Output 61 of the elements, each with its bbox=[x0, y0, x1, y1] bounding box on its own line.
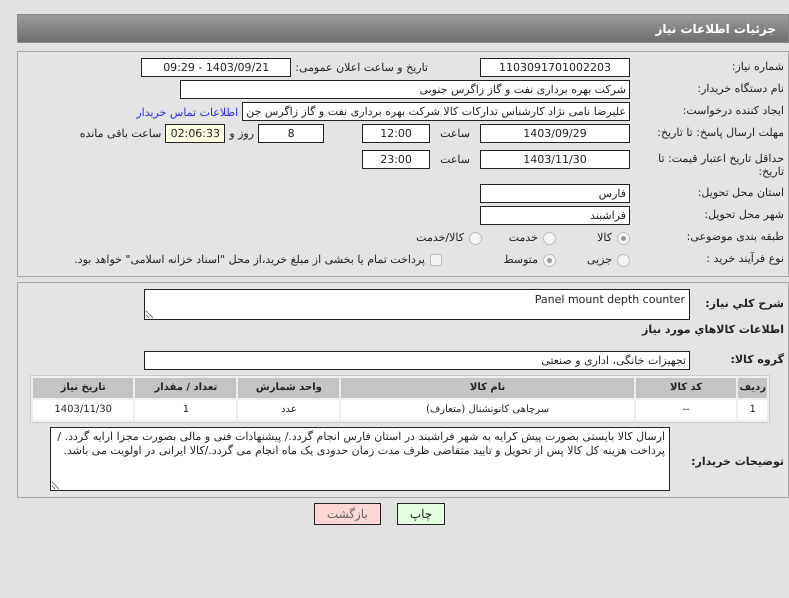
column-header: ردیف bbox=[738, 378, 767, 398]
field-label: نام دستگاه خریدار: bbox=[696, 81, 784, 95]
field-label: مهلت ارسال پاسخ: تا تاریخ: bbox=[656, 125, 784, 139]
option-label: کالا bbox=[597, 230, 612, 246]
radio-button[interactable] bbox=[543, 232, 556, 245]
requester-field[interactable]: علیرضا نامی نژاد کارشناس تداركات كالا شرکت بهره برداری نفت و گاز زاگرس جن bbox=[242, 102, 630, 121]
table-cell: -- bbox=[636, 400, 736, 420]
need-number-field[interactable]: 1103091701002203 bbox=[480, 58, 630, 77]
province-field[interactable]: فارس bbox=[480, 184, 630, 203]
time-label: ساعت bbox=[440, 126, 470, 142]
checkbox[interactable] bbox=[430, 254, 442, 266]
contact-link[interactable]: اطلاعات تماس خریدار bbox=[136, 102, 238, 122]
table-cell: 1 bbox=[738, 400, 767, 420]
city-field[interactable]: فراشبند bbox=[480, 206, 630, 225]
days-field[interactable]: 8 bbox=[258, 124, 324, 143]
section-title: اطلاعات کالاهاي مورد نياز bbox=[640, 322, 784, 338]
field-label: تاریخ و ساعت اعلان عمومی: bbox=[295, 60, 428, 76]
print-button[interactable]: چاپ bbox=[396, 502, 446, 524]
announce-date-field[interactable]: 1403/09/21 - 09:29 bbox=[141, 58, 292, 77]
option-label: خدمت bbox=[508, 230, 538, 246]
buyer-notes-field[interactable]: ارسال کالا بایستی بصورت پیش کرایه به شهر فراشبند در استان فارس انجام گردد./ پیشنهادات فنی و مالی بصورت مجزا ارایه گردد. / پرداخت هزینه کل کالا پس از تحویل و تایید متقاضی ظرف مدت زمان حدودی یک ماه انجام می گردد./کالا ایرانی در اولویت می باشد. bbox=[50, 426, 670, 490]
time-label: ساعت bbox=[440, 152, 470, 168]
field-label: گروه کالا: bbox=[729, 352, 784, 366]
table-cell: 1 bbox=[135, 400, 236, 420]
option-label: متوسط bbox=[503, 252, 538, 268]
field-label: شرح کلي نياز: bbox=[704, 296, 784, 310]
column-header: کد کالا bbox=[636, 378, 736, 398]
field-label: حداقل تاریخ اعتبار قیمت: تا تاریخ: bbox=[657, 151, 784, 178]
radio-button[interactable] bbox=[617, 254, 630, 267]
page-title: جزئیات اطلاعات نیاز bbox=[17, 14, 789, 43]
deadline-time-field[interactable]: 12:00 bbox=[362, 124, 430, 143]
column-header: نام کالا bbox=[341, 378, 634, 398]
field-label: نوع فرآیند خرید : bbox=[705, 250, 784, 265]
field-label: شهر محل تحویل: bbox=[703, 207, 784, 221]
remaining-label: ساعت باقی مانده bbox=[80, 126, 162, 142]
table-cell: عدد bbox=[238, 400, 340, 420]
option-label: کالا/خدمت bbox=[416, 230, 464, 246]
radio-button[interactable] bbox=[617, 232, 630, 245]
field-label: استان محل تحویل: bbox=[696, 185, 784, 199]
radio-button[interactable] bbox=[469, 232, 482, 245]
column-header: تعداد / مقدار bbox=[135, 378, 236, 398]
column-header: تاریخ نیاز bbox=[33, 378, 134, 398]
days-label: روز و bbox=[229, 126, 254, 142]
deadline-date-field[interactable]: 1403/09/29 bbox=[480, 124, 630, 143]
column-header: واحد شمارش bbox=[238, 378, 340, 398]
option-label: جزیی bbox=[586, 252, 612, 268]
checkbox-label: پرداخت تمام یا بخشی از مبلغ خرید،از محل "اسناد خزانه اسلامی" خواهد بود. bbox=[74, 252, 425, 268]
validity-date-field[interactable]: 1403/11/30 bbox=[480, 150, 630, 169]
validity-time-field[interactable]: 23:00 bbox=[362, 150, 430, 169]
goods-group-field[interactable]: تجهیزات خانگی، اداری و صنعتی bbox=[144, 350, 690, 370]
field-label: ایجاد کننده درخواست: bbox=[682, 103, 784, 117]
buyer-org-field[interactable]: شرکت بهره برداری نفت و گاز زاگرس جنوبی bbox=[180, 80, 630, 99]
remaining-time-field[interactable]: 02:06:33 bbox=[165, 124, 226, 143]
field-label: طبقه بندی موضوعی: bbox=[686, 229, 784, 243]
field-label: شماره نیاز: bbox=[730, 59, 784, 73]
table-cell: 1403/11/30 bbox=[33, 400, 134, 420]
radio-button[interactable] bbox=[543, 254, 556, 267]
table-cell: سرچاهی کانونشنال (متعارف) bbox=[341, 400, 634, 420]
back-button[interactable]: بازگشت bbox=[314, 502, 381, 524]
field-label: توضیحات خریدار: bbox=[690, 454, 784, 468]
description-field[interactable]: Panel mount depth counter bbox=[144, 289, 690, 320]
